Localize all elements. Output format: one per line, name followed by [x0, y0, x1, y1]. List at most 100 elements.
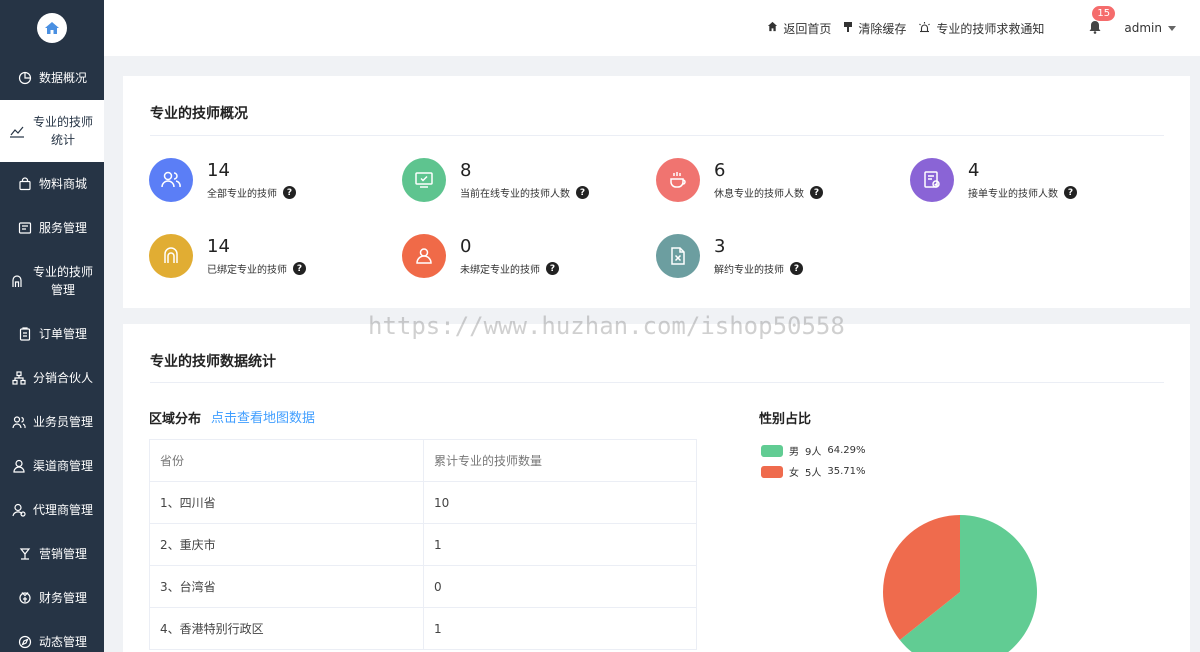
stat-value: 6: [714, 160, 726, 181]
sidebar-item-label: 财务管理: [38, 591, 87, 605]
province-cell: 4、香港特别行政区: [149, 607, 424, 650]
stat-label: 解约专业的技师: [714, 265, 784, 276]
help-icon[interactable]: ?: [576, 186, 589, 199]
table-row: 4、香港特别行政区 1: [149, 607, 697, 650]
sidebar-item-dynamic[interactable]: 动态管理: [0, 620, 104, 652]
sidebar-item-technician-stats[interactable]: 专业的技师统计: [0, 100, 104, 162]
sidebar-item-agent[interactable]: 代理商管理: [0, 488, 104, 532]
overview-title: 专业的技师概况: [150, 106, 248, 122]
username: admin: [1124, 21, 1162, 35]
bell-icon: [1088, 21, 1102, 37]
sidebar-item-label: 物料商城: [38, 177, 87, 191]
stat-label: 未绑定专业的技师: [460, 265, 540, 276]
compass-icon: [17, 634, 33, 650]
coffee-icon: [656, 158, 700, 202]
stat-online-technicians: 8 当前在线专业的技师人数?: [402, 158, 589, 202]
logo-area: [0, 0, 104, 56]
sidebar-item-label: 分销合伙人: [32, 371, 93, 385]
legend-swatch: [761, 465, 783, 478]
legend-name: 男: [789, 447, 799, 458]
agent-icon: [11, 502, 27, 518]
sidebar-item-overview[interactable]: 数据概况: [0, 56, 104, 100]
stat-terminated-technicians: 3 解约专业的技师?: [656, 234, 803, 278]
help-icon[interactable]: ?: [790, 262, 803, 275]
help-icon[interactable]: ?: [283, 186, 296, 199]
back-home-label: 返回首页: [783, 21, 832, 36]
home-logo-icon[interactable]: [37, 13, 67, 43]
help-icon[interactable]: ?: [1064, 186, 1077, 199]
bound-icon: [149, 234, 193, 278]
sidebar-item-label: 专业的技师统计: [32, 115, 93, 147]
clear-cache-link[interactable]: 清除缓存: [843, 20, 906, 37]
technician-overview-card: 专业的技师概况 14 全部专业的技师? 8 当前在线专业的技师人数? 6 休息专…: [123, 76, 1190, 308]
sidebar-item-marketing[interactable]: 营销管理: [0, 532, 104, 576]
top-header: 返回首页 清除缓存 专业的技师求救通知 15 admin: [104, 0, 1200, 56]
sidebar-item-salesman[interactable]: 业务员管理: [0, 400, 104, 444]
column-header: 累计专业的技师数量: [423, 439, 697, 482]
help-icon[interactable]: ?: [293, 262, 306, 275]
sidebar-item-service[interactable]: 服务管理: [0, 206, 104, 250]
region-title: 区域分布: [149, 412, 202, 427]
legend-percent: 64.29%: [827, 445, 866, 456]
finance-icon: [17, 590, 33, 606]
sidebar-item-channel[interactable]: 渠道商管理: [0, 444, 104, 488]
rescue-notification-link[interactable]: 专业的技师求救通知: [918, 20, 1044, 37]
sidebar-item-label: 营销管理: [38, 547, 87, 561]
stat-value: 3: [714, 236, 726, 257]
divider: [150, 135, 1164, 136]
sidebar-item-label: 数据概况: [38, 71, 87, 85]
legend-count: 5人: [805, 468, 822, 479]
technician-icon: [9, 273, 25, 289]
map-data-link[interactable]: 点击查看地图数据: [211, 407, 315, 426]
stat-value: 8: [460, 160, 472, 181]
stat-label: 全部专业的技师: [207, 189, 277, 200]
technician-statistics-card: 专业的技师数据统计 区域分布 点击查看地图数据 省份 累计专业的技师数量 1、四…: [123, 324, 1190, 652]
rescue-notification-label: 专业的技师求救通知: [936, 21, 1045, 36]
caret-down-icon: [1168, 25, 1176, 31]
user-icon: [11, 458, 27, 474]
table-row: 1、四川省 10: [149, 481, 697, 524]
stat-label: 已绑定专业的技师: [207, 265, 287, 276]
back-home-link[interactable]: 返回首页: [767, 20, 831, 37]
stat-bound-technicians: 14 已绑定专业的技师?: [149, 234, 306, 278]
province-cell: 1、四川省: [149, 481, 424, 524]
table-row: 2、重庆市 1: [149, 523, 697, 566]
network-icon: [11, 370, 27, 386]
service-icon: [17, 220, 33, 236]
help-icon[interactable]: ?: [546, 262, 559, 275]
legend-item-male[interactable]: 男 9人 64.29%: [761, 443, 866, 458]
stat-value: 4: [968, 160, 980, 181]
sidebar-item-label: 订单管理: [38, 327, 87, 341]
count-cell: 10: [423, 481, 697, 524]
province-cell: 2、重庆市: [149, 523, 424, 566]
notification-badge: 15: [1092, 6, 1116, 21]
sidebar-item-label: 动态管理: [38, 635, 87, 649]
gender-title: 性别占比: [759, 412, 812, 427]
column-header: 省份: [149, 439, 424, 482]
sidebar: 数据概况 专业的技师统计 物料商城 服务管理 专业的技师管理 订单管理 分销合伙…: [0, 0, 104, 652]
sidebar-item-technician-manage[interactable]: 专业的技师管理: [0, 250, 104, 312]
statistics-title: 专业的技师数据统计: [150, 354, 276, 370]
count-cell: 0: [423, 565, 697, 608]
stat-label: 休息专业的技师人数: [714, 189, 804, 200]
user-menu[interactable]: admin: [1124, 21, 1176, 35]
users-icon: [149, 158, 193, 202]
count-cell: 1: [423, 607, 697, 650]
order-check-icon: [910, 158, 954, 202]
legend-item-female[interactable]: 女 5人 35.71%: [761, 464, 866, 479]
help-icon[interactable]: ?: [810, 186, 823, 199]
stat-resting-technicians: 6 休息专业的技师人数?: [656, 158, 823, 202]
clear-cache-label: 清除缓存: [858, 21, 907, 36]
legend-swatch: [761, 444, 783, 457]
sidebar-item-finance[interactable]: 财务管理: [0, 576, 104, 620]
stat-label: 当前在线专业的技师人数: [460, 189, 570, 200]
person-icon: [402, 234, 446, 278]
notification-bell[interactable]: 15: [1088, 6, 1116, 37]
table-header-row: 省份 累计专业的技师数量: [149, 439, 697, 482]
sidebar-item-orders[interactable]: 订单管理: [0, 312, 104, 356]
sidebar-item-material-mall[interactable]: 物料商城: [0, 162, 104, 206]
cancel-file-icon: [656, 234, 700, 278]
clipboard-icon: [17, 326, 33, 342]
gender-pie-chart: [883, 515, 1037, 652]
sidebar-item-distribution-partner[interactable]: 分销合伙人: [0, 356, 104, 400]
